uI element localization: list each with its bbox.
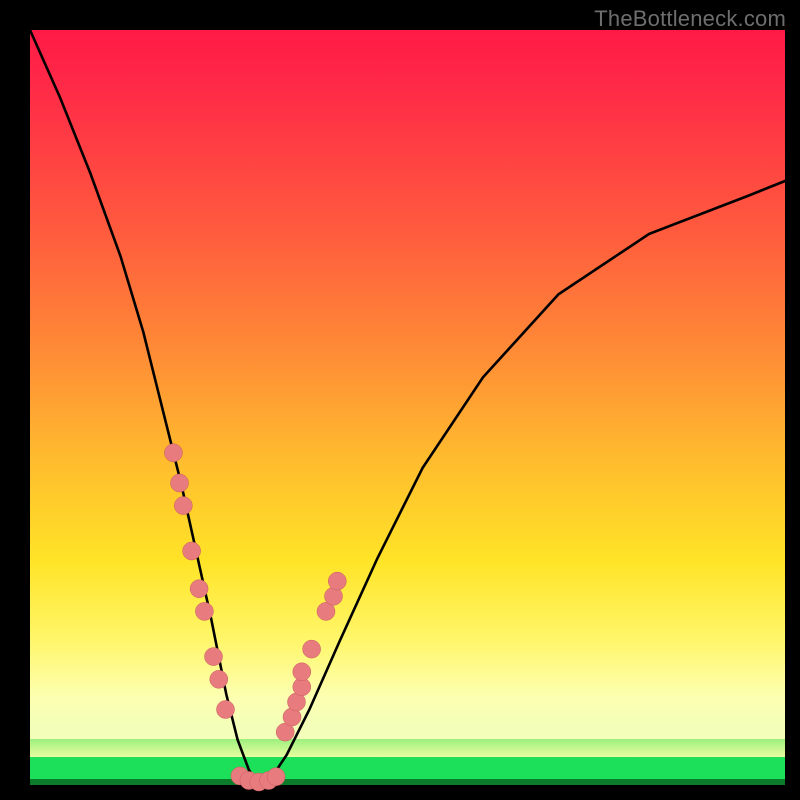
marker-dot bbox=[328, 572, 346, 590]
chart-svg bbox=[30, 30, 785, 785]
markers-bottom bbox=[231, 767, 285, 791]
marker-dot bbox=[195, 602, 213, 620]
marker-dot bbox=[205, 648, 223, 666]
marker-dot bbox=[190, 580, 208, 598]
marker-dot bbox=[183, 542, 201, 560]
marker-dot bbox=[164, 444, 182, 462]
watermark-text: TheBottleneck.com bbox=[594, 6, 786, 32]
marker-dot bbox=[171, 474, 189, 492]
marker-dot bbox=[293, 663, 311, 681]
marker-dot bbox=[217, 701, 235, 719]
chart-frame: TheBottleneck.com bbox=[0, 0, 800, 800]
marker-dot bbox=[174, 497, 192, 515]
markers-left bbox=[164, 444, 234, 719]
marker-dot bbox=[210, 670, 228, 688]
markers-right bbox=[276, 572, 346, 741]
marker-dot bbox=[267, 768, 285, 786]
bottleneck-curve bbox=[30, 30, 785, 783]
marker-dot bbox=[303, 640, 321, 658]
